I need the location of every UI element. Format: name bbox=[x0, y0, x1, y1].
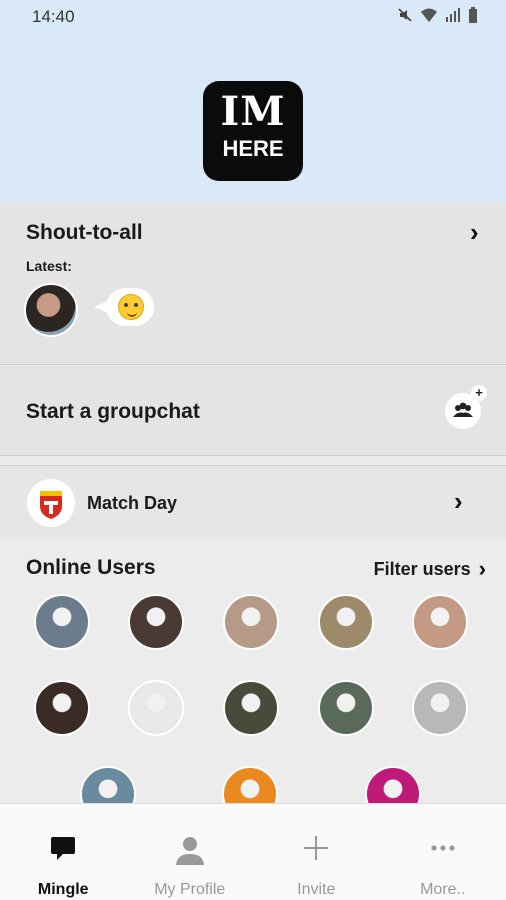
online-user-avatar[interactable] bbox=[412, 594, 468, 650]
nav-more-label: More.. bbox=[420, 881, 466, 898]
plus-icon: + bbox=[471, 385, 487, 401]
online-user-avatar[interactable] bbox=[412, 680, 468, 736]
wifi-icon bbox=[420, 7, 438, 28]
chevron-right-icon: › bbox=[478, 556, 486, 581]
online-user-avatar[interactable] bbox=[34, 594, 90, 650]
nav-mingle-label: Mingle bbox=[37, 881, 89, 898]
shout-bubble[interactable] bbox=[94, 288, 154, 326]
match-day-row[interactable]: Match Day › bbox=[0, 465, 506, 539]
logo-line-2: HERE bbox=[222, 136, 284, 161]
status-time: 14:40 bbox=[32, 7, 75, 26]
start-groupchat-row[interactable]: Start a groupchat + bbox=[0, 366, 506, 456]
person-icon bbox=[174, 834, 206, 871]
nav-my-profile[interactable]: My Profile bbox=[127, 804, 254, 900]
chevron-right-icon[interactable]: › bbox=[470, 217, 479, 248]
online-user-avatar[interactable] bbox=[128, 680, 184, 736]
match-day-title: Match Day bbox=[87, 493, 178, 513]
battery-icon bbox=[468, 6, 478, 28]
latest-shout-avatar[interactable] bbox=[24, 283, 78, 337]
plus-icon bbox=[302, 834, 330, 867]
smirk-emoji-icon bbox=[118, 294, 144, 320]
online-user-avatar[interactable] bbox=[318, 594, 374, 650]
nav-profile-label: My Profile bbox=[154, 881, 226, 898]
shout-title: Shout-to-all bbox=[26, 221, 143, 244]
new-group-button[interactable]: + bbox=[445, 385, 487, 429]
chat-bubble-icon bbox=[49, 834, 77, 867]
shout-to-all-section[interactable]: Shout-to-all › Latest: bbox=[0, 203, 506, 365]
chevron-right-icon[interactable]: › bbox=[454, 486, 463, 517]
bottom-navigation: Mingle My Profile Invite More.. bbox=[0, 803, 506, 900]
nav-mingle[interactable]: Mingle bbox=[0, 804, 127, 900]
mute-icon bbox=[397, 7, 413, 28]
app-logo: IM HERE bbox=[203, 81, 303, 181]
header-area: 14:40 IM HERE bbox=[0, 0, 506, 203]
latest-label: Latest: bbox=[26, 258, 72, 274]
nav-invite-label: Invite bbox=[297, 881, 336, 898]
signal-icon bbox=[445, 7, 461, 28]
online-users-section: Online Users Filter users › bbox=[0, 540, 506, 822]
nav-more[interactable]: More.. bbox=[380, 804, 506, 900]
more-dots-icon bbox=[429, 834, 457, 867]
online-user-avatar[interactable] bbox=[128, 594, 184, 650]
filter-users-label: Filter users bbox=[373, 558, 471, 579]
online-user-avatar[interactable] bbox=[34, 680, 90, 736]
online-user-avatar[interactable] bbox=[318, 680, 374, 736]
online-user-avatar[interactable] bbox=[223, 680, 279, 736]
status-bar: 14:40 bbox=[0, 0, 506, 34]
online-users-title: Online Users bbox=[26, 556, 156, 579]
nav-invite[interactable]: Invite bbox=[253, 804, 380, 900]
club-crest-icon bbox=[27, 479, 75, 527]
groupchat-title: Start a groupchat bbox=[26, 400, 200, 423]
online-user-avatar[interactable] bbox=[223, 594, 279, 650]
filter-users-link[interactable]: Filter users › bbox=[374, 556, 486, 582]
logo-line-1: IM bbox=[220, 88, 286, 135]
